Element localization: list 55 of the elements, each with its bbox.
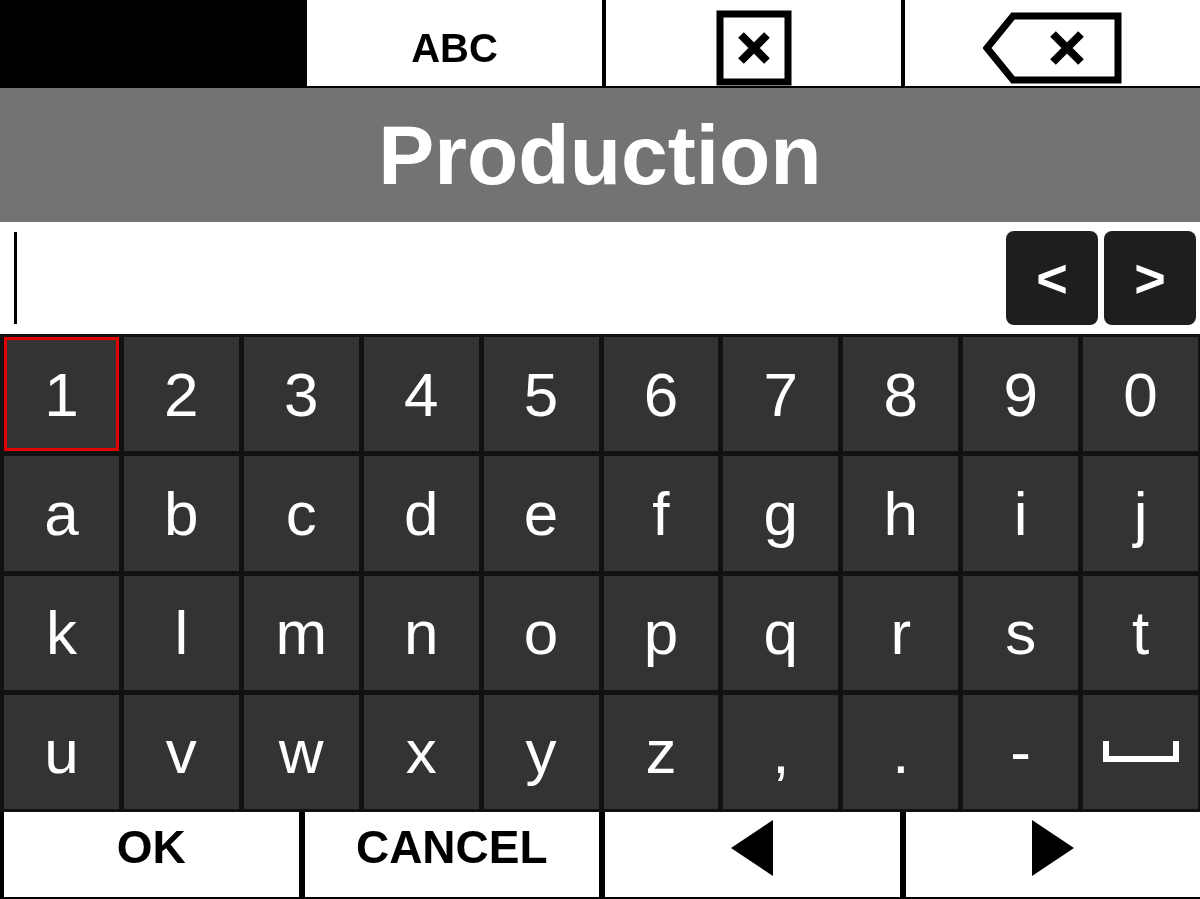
- keyboard-key[interactable]: g: [723, 456, 839, 571]
- space-icon: [1102, 740, 1179, 763]
- keyboard-key[interactable]: 6: [603, 337, 719, 452]
- keyboard-key[interactable]: e: [483, 456, 599, 571]
- keyboard-key[interactable]: f: [603, 456, 719, 571]
- keyboard-key[interactable]: m: [243, 575, 359, 690]
- keyboard-key[interactable]: 5: [483, 337, 599, 452]
- keyboard-key[interactable]: j: [1083, 456, 1198, 571]
- cursor-button[interactable]: <: [1006, 231, 1098, 325]
- backspace-icon: [982, 12, 1123, 84]
- keyboard-key[interactable]: 3: [243, 337, 359, 452]
- keyboard-key[interactable]: 1: [4, 337, 119, 452]
- keyboard-key[interactable]: h: [843, 456, 959, 571]
- keyboard-key[interactable]: d: [363, 456, 479, 571]
- keyboard-key[interactable]: 2: [123, 337, 239, 452]
- keyboard-key[interactable]: 0: [1083, 337, 1198, 452]
- keyboard-key[interactable]: 9: [963, 337, 1079, 452]
- keyboard-key[interactable]: 4: [363, 337, 479, 452]
- keyboard-key[interactable]: i: [963, 456, 1079, 571]
- keyboard-key[interactable]: n: [363, 575, 479, 690]
- keyboard-key[interactable]: -: [963, 694, 1079, 809]
- keyboard-key[interactable]: c: [243, 456, 359, 571]
- keyboard-key[interactable]: k: [4, 575, 119, 690]
- keyboard-key[interactable]: b: [123, 456, 239, 571]
- keyboard-key[interactable]: o: [483, 575, 599, 690]
- keyboard-key[interactable]: x: [363, 694, 479, 809]
- keyboard-key[interactable]: y: [483, 694, 599, 809]
- keyboard-key[interactable]: 7: [723, 337, 839, 452]
- keyboard-key[interactable]: l: [123, 575, 239, 690]
- keyboard-key[interactable]: a: [4, 456, 119, 571]
- keyboard-key[interactable]: s: [963, 575, 1079, 690]
- keyboard-key[interactable]: q: [723, 575, 839, 690]
- right-key[interactable]: [905, 812, 1200, 897]
- keyboard-key[interactable]: p: [603, 575, 719, 690]
- backspace-key[interactable]: [905, 0, 1200, 86]
- softkey[interactable]: OK: [4, 812, 299, 897]
- keyboard-key[interactable]: ,: [723, 694, 839, 809]
- cursor-button[interactable]: >: [1104, 231, 1196, 325]
- space-key[interactable]: [1083, 694, 1198, 809]
- keyboard-key[interactable]: v: [123, 694, 239, 809]
- left-key[interactable]: [605, 812, 900, 897]
- keyboard-key[interactable]: u: [4, 694, 119, 809]
- keyboard-key[interactable]: z: [603, 694, 719, 809]
- left-triangle-icon: [731, 820, 774, 876]
- right-triangle-icon: [1031, 820, 1074, 876]
- keyboard-key[interactable]: .: [843, 694, 959, 809]
- clear-key[interactable]: [606, 0, 901, 86]
- abc-key[interactable]: ABC: [307, 0, 602, 86]
- keyboard-key[interactable]: w: [243, 694, 359, 809]
- keyboard-key[interactable]: 8: [843, 337, 959, 452]
- keyboard-key[interactable]: t: [1083, 575, 1198, 690]
- title-bar: Production: [0, 88, 1200, 222]
- clear-icon: [715, 10, 792, 86]
- softkey[interactable]: CANCEL: [304, 812, 599, 897]
- keyboard-key[interactable]: r: [843, 575, 959, 690]
